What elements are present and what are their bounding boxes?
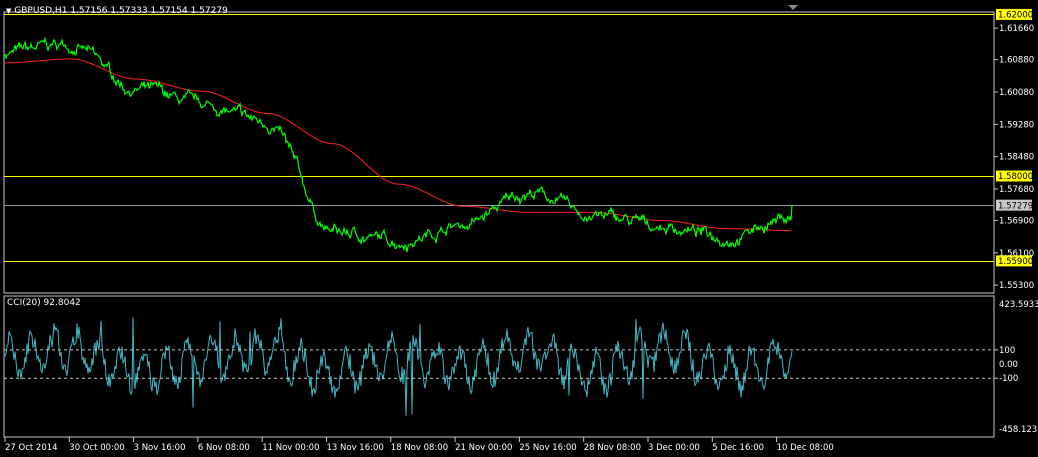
time-tick-label: 30 Oct 00:00 [69,443,124,453]
price-tick-label: 1.60080 [999,88,1034,98]
chart-window: 1.61660 1.60880 1.60080 1.59280 1.58480 1.576… [0,0,1038,457]
price-tick-label: 1.56900 [999,216,1034,226]
time-tick-label: 25 Nov 16:00 [519,443,576,453]
cci-tick-label: 0.00 [999,360,1018,370]
time-tick-label: 11 Nov 00:00 [262,443,319,453]
indicator-label: CCI(20) 92.8042 [7,298,81,308]
price-tick-label: 1.55300 [999,281,1034,291]
price-tick-label: 1.59280 [999,120,1034,130]
time-tick-label: 18 Nov 08:00 [391,443,448,453]
price-tick-label: 1.57680 [999,185,1034,195]
close-value: 1.57279 [190,6,228,16]
symbol-header: ▼ GBPUSD,H1 1.57156 1.57333 1.57154 1.57… [6,6,228,17]
cci-tick-label: 423.5933 [999,300,1038,310]
low-value: 1.57154 [150,6,188,16]
chart-background [0,0,1038,457]
price-tick-label: 1.58480 [999,153,1034,163]
time-tick-label: 10 Dec 08:00 [777,443,834,453]
level-tag-label: 1.58000 [998,172,1033,182]
time-tick-label: 28 Nov 08:00 [584,443,641,453]
time-tick-label: 3 Dec 00:00 [648,443,700,453]
time-tick-label: 6 Nov 08:00 [198,443,250,453]
cci-tick-label: -458.1239 [999,425,1038,435]
indicator-header: CCI(20) 92.8042 [7,298,81,309]
cci-tick-label: -100 [999,374,1018,384]
high-value: 1.57333 [110,6,148,16]
time-tick-label: 21 Nov 00:00 [455,443,512,453]
time-tick-label: 5 Dec 16:00 [712,443,764,453]
level-tag-label: 1.55900 [998,257,1033,267]
price-tick-label: 1.61660 [999,24,1034,34]
time-tick-label: 3 Nov 16:00 [134,443,186,453]
price-axis: 1.61660 1.60880 1.60080 1.59280 1.58480 1.576… [994,24,1034,291]
cci-tick-label: 100 [999,346,1015,356]
level-tag-label: 1.62000 [998,11,1033,21]
time-tick-label: 13 Nov 16:00 [327,443,384,453]
symbol-label: GBPUSD,H1 [14,6,68,16]
chart-menu-arrow-icon[interactable]: ▼ [6,7,11,15]
open-value: 1.57156 [70,6,108,16]
time-tick-label: 27 Oct 2014 [5,443,58,453]
level-tag-label: 1.57279 [998,201,1033,211]
price-tick-label: 1.60880 [999,56,1034,66]
